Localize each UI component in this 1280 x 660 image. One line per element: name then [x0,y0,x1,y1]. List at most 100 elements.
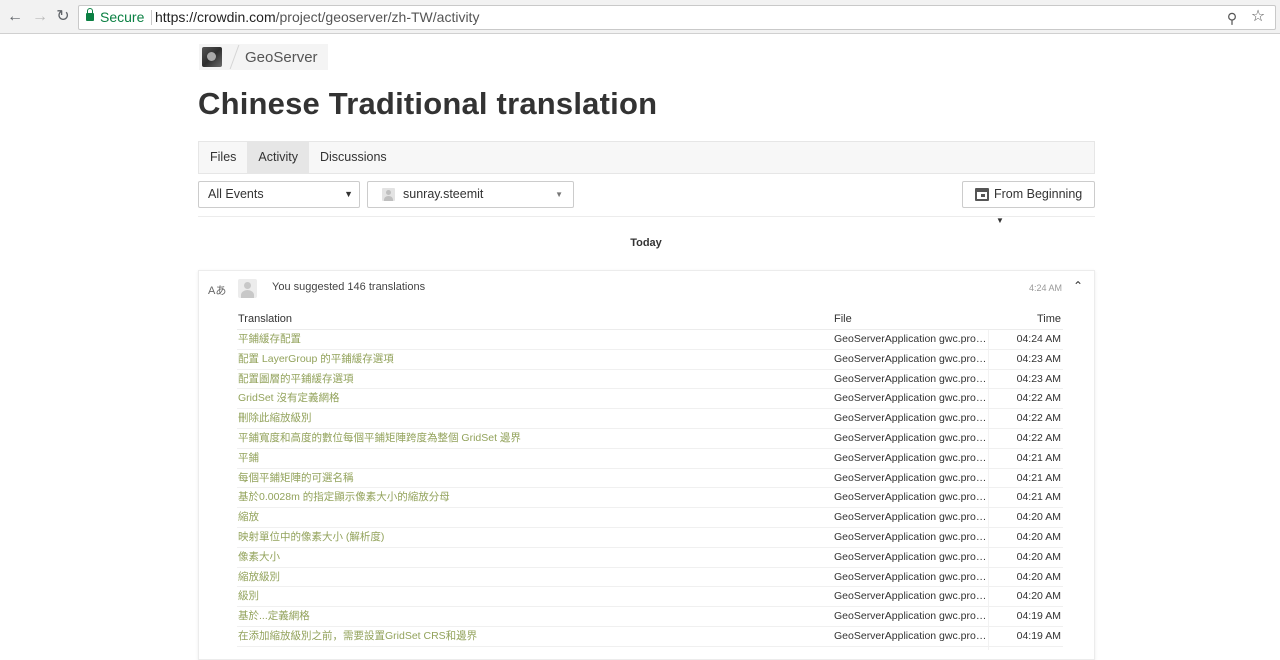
translation-link[interactable]: 平鋪 [238,449,259,468]
tab-discussions[interactable]: Discussions [309,142,398,173]
table-row: 級別 GeoServerApplication gwc.properties 04:… [237,587,1063,608]
caret-down-icon: ▼ [344,189,353,199]
table-row: 刪除此縮放級別 GeoServerApplication gwc.properti… [237,409,1063,429]
back-icon[interactable]: ← [5,7,25,27]
address-separator [151,10,152,25]
file-name: GeoServerApplication gwc.properties [834,550,989,563]
user-filter-select[interactable]: sunray.steemit ▼ [367,181,574,208]
row-time: 04:21 AM [1016,451,1061,464]
project-logo-icon[interactable] [202,47,222,67]
column-header-file: File [834,313,852,325]
row-time: 04:19 AM [1016,629,1061,642]
divider [198,216,1095,217]
calendar-icon [975,188,989,201]
chevron-up-icon[interactable]: ⌃ [1071,279,1085,293]
breadcrumb-separator [229,45,240,69]
translation-link[interactable]: 級別 [238,587,259,606]
translation-link[interactable]: 縮放 [238,508,259,527]
table-row: GridSet 沒有定義網格 GeoServerApplication gwc.p… [237,389,1063,410]
table-row: 配置 LayerGroup 的平鋪緩存選項 GeoServerApplicatio… [237,350,1063,370]
file-name: GeoServerApplication gwc.properties [834,610,989,623]
row-time: 04:22 AM [1016,412,1061,425]
translation-link[interactable]: 像素大小 [238,548,280,567]
column-header-translation: Translation [238,313,293,325]
zoom-icon[interactable]: ⚲ [1223,9,1241,27]
row-time: 04:20 AM [1016,590,1061,603]
page-title: Chinese Traditional translation [198,86,658,121]
file-name: GeoServerApplication gwc.properties [834,530,989,543]
file-name: GeoServerApplication gwc.properties [834,352,989,365]
caret-down-icon: ▼ [555,190,563,199]
file-name: GeoServerApplication gwc.properties [834,471,989,484]
translation-link[interactable]: 配置圖層的平鋪緩存選項 [238,370,354,389]
events-filter-select[interactable]: All Events ▼ [198,181,360,208]
bookmark-star-icon[interactable]: ☆ [1249,8,1267,26]
translation-link[interactable]: 映射單位中的像素大小 (解析度) [238,528,384,547]
file-name: GeoServerApplication gwc.properties [834,629,989,642]
translations-table: 平鋪緩存配置 GeoServerApplication gwc.propertie… [237,330,1063,647]
activity-time: 4:24 AM [1028,283,1062,293]
file-name: GeoServerApplication gwc.properties [834,451,989,464]
file-name: GeoServerApplication gwc.properties [834,431,989,444]
lock-icon [86,8,94,21]
translation-link[interactable]: GridSet 沒有定義網格 [238,389,340,408]
table-row: 在添加縮放級別之前，需要設置GridSet CRS和邊界 GeoServerApp… [237,627,1063,647]
date-range-label: From Beginning [994,187,1083,201]
file-name: GeoServerApplication gwc.properties [834,491,989,504]
file-name: GeoServerApplication gwc.properties [834,511,989,524]
row-time: 04:22 AM [1016,392,1061,405]
row-time: 04:20 AM [1016,530,1061,543]
avatar [238,279,257,298]
row-time: 04:21 AM [1016,491,1061,504]
column-header-time: Time [1036,313,1061,325]
table-row: 映射單位中的像素大小 (解析度) GeoServerApplication gwc… [237,528,1063,548]
tab-bar: Files Activity Discussions [198,141,1095,174]
browser-toolbar: ← → ↻ Secure https://crowdin.com/project… [0,0,1280,34]
caret-down-icon: ▼ [996,216,1004,225]
file-name: GeoServerApplication gwc.properties [834,333,989,345]
tab-files[interactable]: Files [199,142,247,173]
table-row: 像素大小 GeoServerApplication gwc.properties 0… [237,548,1063,568]
translation-link[interactable]: 每個平鋪矩陣的可選名稱 [238,469,354,488]
user-filter-value: sunray.steemit [403,187,484,201]
file-name: GeoServerApplication gwc.properties [834,412,989,425]
translation-link[interactable]: 基於0.0028m 的指定顯示像素大小的縮放分母 [238,488,450,507]
translate-icon: Aあ [208,285,227,297]
breadcrumb-project-link[interactable]: GeoServer [245,49,318,66]
translation-link[interactable]: 平鋪寬度和高度的數位每個平鋪矩陣跨度為整個 GridSet 邊界 [238,429,521,448]
table-header: Translation File Time [237,312,1063,330]
table-row: 平鋪緩存配置 GeoServerApplication gwc.propertie… [237,330,1063,350]
secure-label: Secure [100,9,145,25]
activity-summary: You suggested 146 translations [272,281,426,293]
user-avatar-icon [382,188,395,201]
table-row: 縮放 GeoServerApplication gwc.properties 04:… [237,508,1063,528]
table-row: 平鋪 GeoServerApplication gwc.properties 04:… [237,449,1063,469]
row-time: 04:22 AM [1016,431,1061,444]
translation-link[interactable]: 配置 LayerGroup 的平鋪緩存選項 [238,350,394,369]
translation-link[interactable]: 在添加縮放級別之前，需要設置GridSet CRS和邊界 [238,627,477,646]
table-row: 平鋪寬度和高度的數位每個平鋪矩陣跨度為整個 GridSet 邊界 GeoServe… [237,429,1063,449]
table-row: 縮放級別 GeoServerApplication gwc.properties 0… [237,568,1063,588]
activity-card: Aあ You suggested 146 translations 4:24 A… [198,270,1095,660]
forward-icon[interactable]: → [30,7,50,27]
translation-link[interactable]: 刪除此縮放級別 [238,409,312,428]
table-row: 每個平鋪矩陣的可選名稱 GeoServerApplication gwc.prop… [237,469,1063,489]
table-row: 基於...定義網格 GeoServerApplication gwc.proper… [237,607,1063,627]
date-range-button[interactable]: From Beginning ▼ [962,181,1095,225]
translation-link[interactable]: 基於...定義網格 [238,607,310,626]
day-heading: Today [630,237,662,249]
table-row: 基於0.0028m 的指定顯示像素大小的縮放分母 GeoServerApplica… [237,488,1063,509]
reload-icon[interactable]: ↻ [53,7,73,27]
translation-link[interactable]: 平鋪緩存配置 [238,330,301,349]
url-text[interactable]: https://crowdin.com/project/geoserver/zh… [155,6,479,29]
tab-activity[interactable]: Activity [247,142,309,173]
file-name: GeoServerApplication gwc.properties [834,372,989,385]
row-time: 04:19 AM [1016,610,1061,623]
row-time: 04:20 AM [1016,511,1061,524]
address-bar[interactable]: Secure https://crowdin.com/project/geose… [78,5,1276,30]
events-filter-value: All Events [208,187,264,201]
translation-link[interactable]: 縮放級別 [238,568,280,587]
row-time: 04:23 AM [1016,372,1061,385]
row-time: 04:23 AM [1016,352,1061,365]
file-name: GeoServerApplication gwc.properties [834,590,989,603]
